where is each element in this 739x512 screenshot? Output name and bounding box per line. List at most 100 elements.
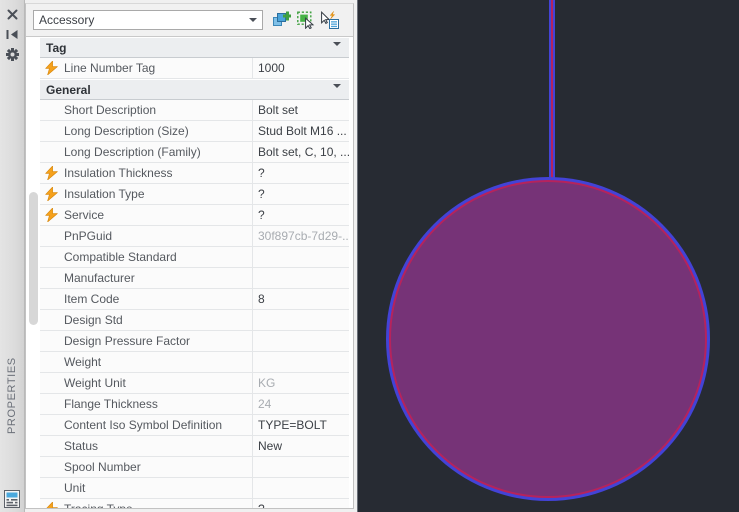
property-name: Weight Unit [62,373,253,393]
property-value[interactable]: 8 [253,289,349,309]
property-name: Item Code [62,289,253,309]
property-icon-empty [40,226,62,246]
chevron-down-icon[interactable] [333,84,341,102]
property-value[interactable]: ? [253,499,349,508]
center-line-inner [551,0,553,198]
property-value[interactable]: 30f897cb-7d29-... [253,226,349,246]
select-objects-icon[interactable] [296,10,316,30]
property-icon-empty [40,394,62,414]
lightning-bolt-icon [40,163,62,183]
property-grid-scroll-thumb[interactable] [29,192,38,325]
property-name: Service [62,205,253,225]
property-category-general[interactable]: General [40,79,349,102]
property-value[interactable]: Bolt set [253,100,349,120]
property-value[interactable]: ? [253,184,349,204]
property-row[interactable]: Short Description Bolt set [40,100,349,121]
property-name: PnPGuid [62,226,253,246]
add-to-selection-icon-glyph [273,11,291,26]
property-category-tag[interactable]: Tag [40,37,349,60]
palette-body: Accessory Tag Line Number Tag 1000 Gener… [25,3,354,509]
select-objects-icon-glyph [297,11,315,29]
property-icon-empty [40,373,62,393]
property-value[interactable] [253,247,349,267]
properties-options-icon[interactable] [4,46,20,62]
lightning-bolt-icon-glyph [44,61,58,75]
property-value[interactable]: TYPE=BOLT [253,415,349,435]
property-name: Line Number Tag [62,58,253,78]
property-row[interactable]: Design Std [40,310,349,331]
property-icon-empty [40,268,62,288]
property-value[interactable]: 1000 [253,58,349,78]
property-row[interactable]: Long Description (Size) Stud Bolt M16 ... [40,121,349,142]
property-name: Spool Number [62,457,253,477]
property-name: Insulation Thickness [62,163,253,183]
property-value[interactable] [253,331,349,351]
auto-hide-icon[interactable] [4,26,20,42]
property-icon-empty [40,352,62,372]
chevron-down-icon[interactable] [244,18,262,22]
palette-title-label: PROPERTIES [6,357,18,434]
property-value[interactable] [253,268,349,288]
add-to-selection-icon[interactable] [272,10,292,30]
object-type-combobox[interactable]: Accessory [33,10,263,30]
lightning-bolt-icon [40,184,62,204]
property-row[interactable]: Manufacturer [40,268,349,289]
property-name: Design Pressure Factor [62,331,253,351]
property-row[interactable]: Unit [40,478,349,499]
property-row[interactable]: Compatible Standard [40,247,349,268]
property-row[interactable]: Flange Thickness 24 [40,394,349,415]
quick-select-icon[interactable] [320,10,340,30]
chevron-down-icon-glyph [333,84,341,102]
property-name: Manufacturer [62,268,253,288]
property-row[interactable]: Insulation Type? [40,184,349,205]
property-category-label: General [46,82,91,97]
auto-hide-icon-glyph [6,29,17,39]
property-icon-empty [40,436,62,456]
property-grid-scrollbar[interactable] [28,37,39,508]
gear-icon-glyph [5,47,19,61]
lightning-bolt-icon-glyph [44,166,58,180]
properties-palette: PROPERTIES Accessory Tag Line Number Tag… [0,0,358,512]
property-icon-empty [40,478,62,498]
property-value[interactable] [253,310,349,330]
property-name: Design Std [62,310,253,330]
property-row[interactable]: Line Number Tag 1000 [40,58,349,79]
properties-palette-icon[interactable] [3,490,21,508]
property-icon-empty [40,457,62,477]
property-value[interactable]: KG [253,373,349,393]
property-row[interactable]: Design Pressure Factor [40,331,349,352]
property-name: Content Iso Symbol Definition [62,415,253,435]
property-row[interactable]: Weight Unit KG [40,373,349,394]
property-value[interactable]: Bolt set, C, 10, ... [253,142,349,162]
property-row[interactable]: Spool Number [40,457,349,478]
property-value[interactable]: ? [253,205,349,225]
property-row[interactable]: Status New [40,436,349,457]
property-name: Compatible Standard [62,247,253,267]
property-icon-empty [40,289,62,309]
property-icon-empty [40,121,62,141]
property-value[interactable]: New [253,436,349,456]
property-name: Weight [62,352,253,372]
property-value[interactable] [253,457,349,477]
property-name: Flange Thickness [62,394,253,414]
property-name: Status [62,436,253,456]
property-row[interactable]: PnPGuid 30f897cb-7d29-... [40,226,349,247]
property-value[interactable] [253,352,349,372]
lightning-bolt-icon [40,205,62,225]
property-row[interactable]: Item Code 8 [40,289,349,310]
property-row[interactable]: Service? [40,205,349,226]
property-value[interactable]: ? [253,163,349,183]
property-row[interactable]: Insulation Thickness? [40,163,349,184]
property-row[interactable]: Weight [40,352,349,373]
property-value[interactable]: Stud Bolt M16 ... [253,121,349,141]
property-value[interactable]: 24 [253,394,349,414]
close-icon[interactable] [4,6,20,22]
property-row[interactable]: Long Description (Family) Bolt set, C, 10… [40,142,349,163]
property-icon-empty [40,331,62,351]
property-icon-empty [40,415,62,435]
property-value[interactable] [253,478,349,498]
chevron-down-icon[interactable] [333,42,341,60]
property-row[interactable]: Content Iso Symbol Definition TYPE=BOLT [40,415,349,436]
property-category-label: Tag [46,40,67,55]
property-row[interactable]: Tracing Type? [40,499,349,508]
